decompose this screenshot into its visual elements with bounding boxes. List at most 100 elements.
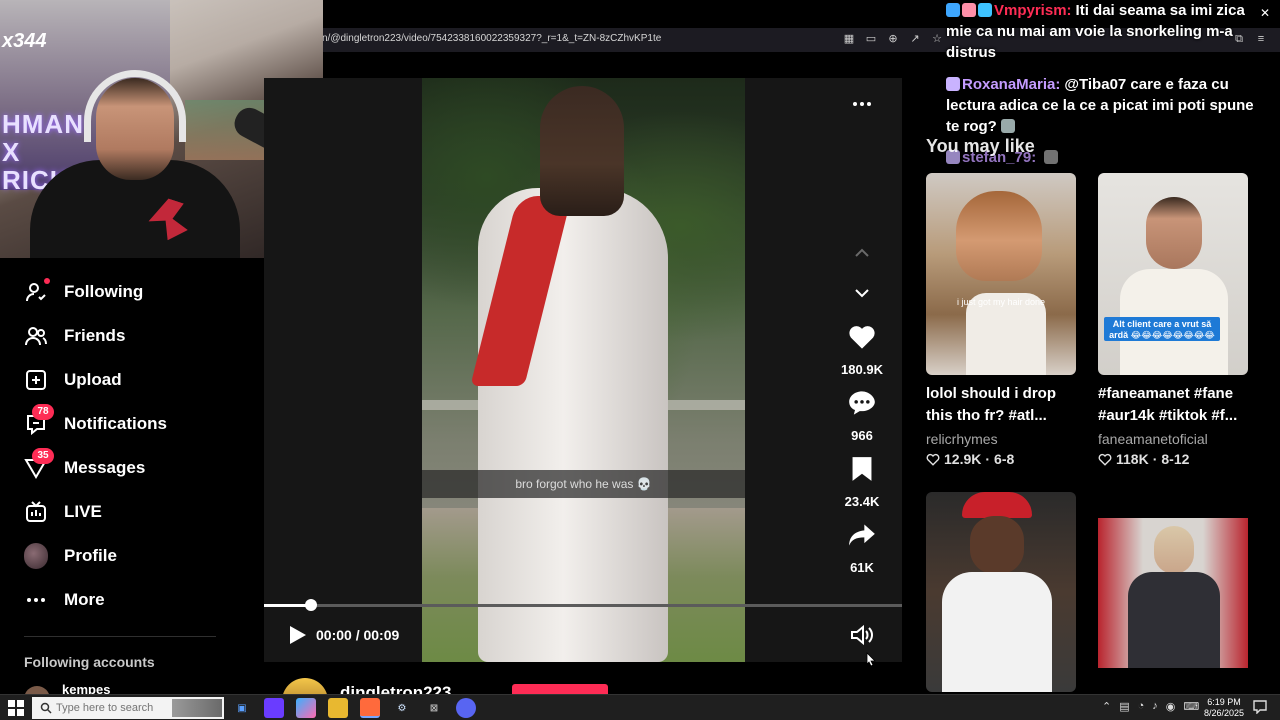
speaker-icon[interactable]: ♪ [1152, 700, 1158, 713]
chevron-down-icon[interactable] [851, 282, 873, 304]
recommended-video-card[interactable]: i just got my hair done lolol should i d… [926, 173, 1076, 467]
sidebar-item-label: Notifications [64, 414, 167, 433]
video-thumbnail[interactable]: Alt client care a vrut să ardă 😂😂😂😂😂😂😂😂😂 [1098, 173, 1248, 375]
copilot-icon[interactable] [264, 698, 284, 718]
more-icon [24, 588, 48, 612]
video-frame[interactable] [422, 78, 745, 662]
video-progress-bar[interactable] [264, 604, 902, 607]
chat-message: Vmpyrism: Iti dai seama sa imi zica mie c… [946, 0, 1266, 63]
castle-emote-icon [946, 77, 960, 91]
card-author[interactable]: relicrhymes [926, 431, 1076, 447]
video-progress-handle[interactable] [305, 599, 317, 611]
recommended-video-card[interactable] [1098, 518, 1248, 668]
messages-icon: 35 [24, 448, 54, 480]
you-may-like-title: You may like [926, 136, 1035, 156]
sidebar-item-live[interactable]: LIVE [24, 498, 102, 526]
video-progress-fill [264, 604, 309, 607]
wifi-icon[interactable]: ◔ [1138, 700, 1145, 713]
taskbar-clock[interactable]: 6:19 PM 8/26/2025 [1196, 697, 1252, 719]
file-explorer-icon[interactable] [328, 698, 348, 718]
sidebar-item-upload[interactable]: Upload [24, 366, 122, 394]
stats-separator: · [985, 451, 991, 467]
card-title[interactable]: lolol should i drop this tho fr? #atl... [926, 383, 1086, 427]
copilot-app-icon[interactable] [296, 698, 316, 718]
comment-icon[interactable] [846, 388, 878, 418]
heart-outline-icon [926, 453, 940, 466]
share-icon[interactable]: ↗ [908, 32, 922, 46]
card-stats: 118K · 8-12 [1098, 451, 1248, 467]
sidebar-item-notifications[interactable]: 78 Notifications [24, 404, 167, 438]
video-thumbnail[interactable] [926, 492, 1076, 692]
castle-emote-icon [962, 3, 976, 17]
like-heart-icon[interactable] [846, 322, 878, 352]
volume-icon[interactable] [850, 624, 874, 646]
video-caption: bro forgot who he was 💀 [422, 470, 745, 498]
chat-username[interactable]: Vmpyrism: [994, 2, 1072, 19]
sword-emote-icon [946, 3, 960, 17]
thumbnail-cap [962, 492, 1032, 518]
recommended-video-card[interactable]: Alt client care a vrut să ardă 😂😂😂😂😂😂😂😂😂… [1098, 173, 1248, 467]
live-icon [24, 500, 48, 524]
sidebar-item-friends[interactable]: Friends [24, 322, 125, 350]
author-username[interactable]: dingletron223 [340, 682, 451, 694]
sidebar-item-more[interactable]: More [24, 586, 105, 614]
more-options-button[interactable] [851, 94, 873, 114]
sidebar-item-label: LIVE [64, 502, 102, 521]
steam-icon[interactable]: ⚙ [392, 698, 412, 718]
card-author[interactable]: faneamanetoficial [1098, 431, 1248, 447]
cat-emote-icon [1001, 119, 1016, 133]
reader-mode-icon[interactable]: ▦ [842, 32, 856, 46]
sidebar-item-label: More [64, 590, 105, 609]
following-account-name[interactable]: kempes [62, 682, 110, 694]
video-thumbnail[interactable] [1098, 518, 1248, 668]
taskbar-apps: ▣ ⚙ ⊠ [232, 698, 476, 718]
chat-username[interactable]: RoxanaMaria: [962, 76, 1060, 93]
browser-app-icon[interactable] [360, 698, 380, 718]
discord-icon[interactable] [456, 698, 476, 718]
sidebar-item-messages[interactable]: 35 Messages [24, 448, 146, 482]
follow-button[interactable] [512, 684, 608, 694]
notification-center-icon[interactable] [1253, 700, 1267, 715]
sidebar-item-label: Friends [64, 326, 126, 345]
video-figure-head [540, 86, 624, 216]
close-icon[interactable]: ✕ [1260, 6, 1270, 20]
address-bar[interactable]: n/@dingletron223/video/75423381600223593… [322, 33, 661, 44]
messages-badge: 35 [32, 448, 54, 464]
search-input[interactable] [56, 702, 186, 714]
sidebar-item-label: Messages [64, 458, 146, 477]
upload-icon [24, 368, 48, 392]
thumbnail-face [1154, 526, 1194, 574]
terminal-icon[interactable]: ⊠ [424, 698, 444, 718]
task-view-icon[interactable]: ▣ [232, 698, 252, 718]
windows-taskbar: ▣ ⚙ ⊠ ⌃ ▤ ◔ ♪ ◉ ⌨ 6:19 PM 8/26/2025 [0, 694, 1280, 720]
chevron-up-icon[interactable] [851, 242, 873, 264]
bookmark-star-icon[interactable]: ☆ [930, 32, 944, 46]
screenshot-icon[interactable]: ▭ [864, 32, 878, 46]
card-title[interactable]: #faneamanet #fane #aur14k #tiktok #f... [1098, 383, 1258, 427]
share-count: 61K [850, 560, 874, 575]
windows-start-icon[interactable] [8, 700, 24, 716]
thumbnail-shirt [942, 572, 1052, 692]
chevron-up-icon[interactable]: ⌃ [1102, 700, 1111, 713]
video-thumbnail[interactable]: i just got my hair done [926, 173, 1076, 375]
sidebar-nav: Following Friends Upload 78 Notification… [0, 258, 262, 706]
card-likes: 118K [1116, 451, 1149, 467]
friends-icon [24, 324, 48, 348]
profile-avatar [24, 543, 48, 569]
network-icon[interactable]: ▤ [1119, 700, 1129, 713]
sidebar-item-following[interactable]: Following [24, 278, 143, 306]
recommended-video-card[interactable] [926, 492, 1076, 692]
sidebar-divider [24, 636, 216, 637]
card-age: 8-12 [1161, 451, 1190, 467]
search-highlight-icon [172, 699, 222, 717]
bookmark-icon[interactable] [846, 454, 878, 484]
notifications-badge: 78 [32, 404, 54, 420]
share-arrow-icon[interactable] [846, 520, 878, 550]
following-icon [24, 278, 50, 304]
speaker-icon[interactable]: ◉ [1166, 700, 1176, 713]
play-button[interactable] [286, 624, 308, 646]
zoom-icon[interactable]: ⊕ [886, 32, 900, 46]
sidebar-item-label: Following [64, 282, 144, 301]
taskbar-search[interactable] [32, 697, 224, 719]
sidebar-item-profile[interactable]: Profile [24, 542, 117, 570]
